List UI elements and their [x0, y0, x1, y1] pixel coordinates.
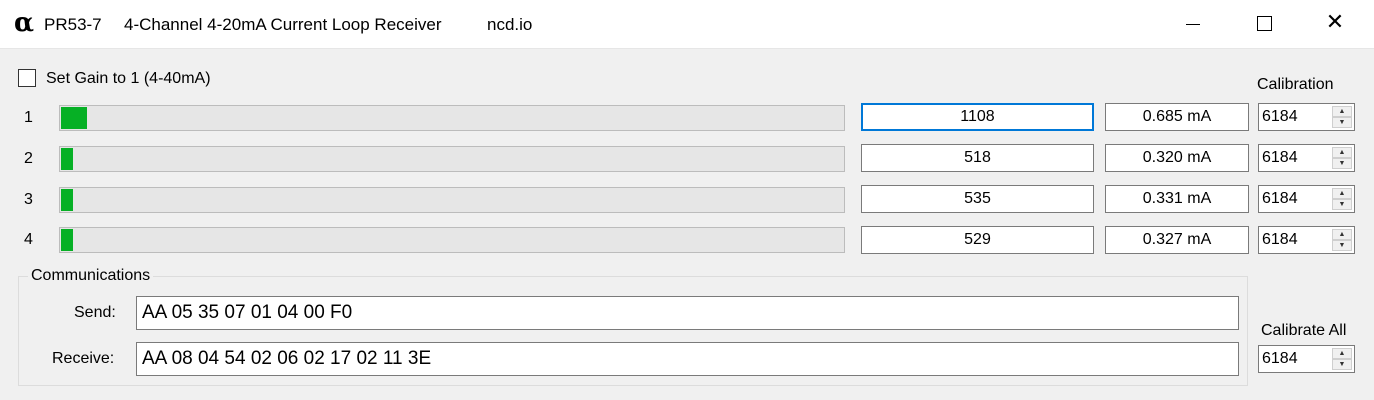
channel-4-progress-fill [61, 229, 73, 251]
gain-checkbox-label[interactable]: Set Gain to 1 (4-40mA) [46, 69, 211, 89]
channel-3-calibration-value[interactable]: 6184 [1262, 186, 1298, 212]
spin-down-icon[interactable]: ▼ [1332, 117, 1352, 128]
channel-4-current[interactable]: 0.327 mA [1105, 226, 1249, 254]
channel-3-current[interactable]: 0.331 mA [1105, 185, 1249, 213]
channel-3-raw-value[interactable]: 535 [861, 185, 1094, 213]
channel-2-calibration-value[interactable]: 6184 [1262, 145, 1298, 171]
channel-4-progress-bar [59, 227, 845, 253]
channel-1-raw-value[interactable]: 1108 [861, 103, 1094, 131]
channel-2-calibration-spinner[interactable]: 6184 ▲ ▼ [1258, 144, 1355, 172]
send-field[interactable]: AA 05 35 07 01 04 00 F0 [136, 296, 1239, 330]
close-button[interactable]: ✕ [1300, 0, 1370, 48]
title-model: PR53-7 [44, 15, 102, 34]
title-site: ncd.io [487, 15, 533, 34]
channel-4-calibration-spinner[interactable]: 6184 ▲ ▼ [1258, 226, 1355, 254]
spin-up-icon[interactable]: ▲ [1332, 229, 1352, 240]
minimize-icon [1186, 24, 1200, 25]
title-bar: α PR53-7 4-Channel 4-20mA Current Loop R… [0, 0, 1374, 49]
channel-1-progress-bar [59, 105, 845, 131]
channel-2-current[interactable]: 0.320 mA [1105, 144, 1249, 172]
maximize-button[interactable] [1228, 0, 1298, 48]
calibrate-all-value[interactable]: 6184 [1262, 346, 1298, 372]
calibrate-all-label: Calibrate All [1261, 322, 1347, 339]
channel-1-progress-fill [61, 107, 87, 129]
channel-2-raw-value[interactable]: 518 [861, 144, 1094, 172]
channel-1-number: 1 [24, 109, 33, 126]
minimize-button[interactable] [1158, 0, 1228, 48]
channel-2-progress-bar [59, 146, 845, 172]
send-label: Send: [74, 304, 116, 321]
spin-up-icon[interactable]: ▲ [1332, 147, 1352, 158]
spin-up-icon[interactable]: ▲ [1332, 348, 1352, 359]
channel-2-number: 2 [24, 150, 33, 167]
channel-3-progress-fill [61, 189, 73, 211]
calibration-header: Calibration [1257, 76, 1334, 93]
channel-1-calibration-spinner[interactable]: 6184 ▲ ▼ [1258, 103, 1355, 131]
spin-down-icon[interactable]: ▼ [1332, 199, 1352, 210]
calibrate-all-spinner[interactable]: 6184 ▲ ▼ [1258, 345, 1355, 373]
receive-label: Receive: [52, 350, 115, 367]
alpha-icon: α [14, 8, 35, 38]
channel-3-number: 3 [24, 191, 33, 208]
channel-4-number: 4 [24, 231, 33, 248]
spin-up-icon[interactable]: ▲ [1332, 188, 1352, 199]
title-description: 4-Channel 4-20mA Current Loop Receiver [124, 15, 442, 34]
channel-4-raw-value[interactable]: 529 [861, 226, 1094, 254]
close-icon: ✕ [1325, 10, 1345, 35]
maximize-icon [1257, 16, 1272, 31]
communications-title: Communications [28, 266, 154, 286]
channel-1-current[interactable]: 0.685 mA [1105, 103, 1249, 131]
channel-1-calibration-value[interactable]: 6184 [1262, 104, 1298, 130]
channel-3-progress-bar [59, 187, 845, 213]
spin-down-icon[interactable]: ▼ [1332, 359, 1352, 370]
spin-down-icon[interactable]: ▼ [1332, 240, 1352, 251]
channel-4-calibration-value[interactable]: 6184 [1262, 227, 1298, 253]
spin-down-icon[interactable]: ▼ [1332, 158, 1352, 169]
channel-3-calibration-spinner[interactable]: 6184 ▲ ▼ [1258, 185, 1355, 213]
spin-up-icon[interactable]: ▲ [1332, 106, 1352, 117]
receive-field[interactable]: AA 08 04 54 02 06 02 17 02 11 3E [136, 342, 1239, 376]
gain-checkbox[interactable] [18, 69, 36, 87]
channel-2-progress-fill [61, 148, 73, 170]
